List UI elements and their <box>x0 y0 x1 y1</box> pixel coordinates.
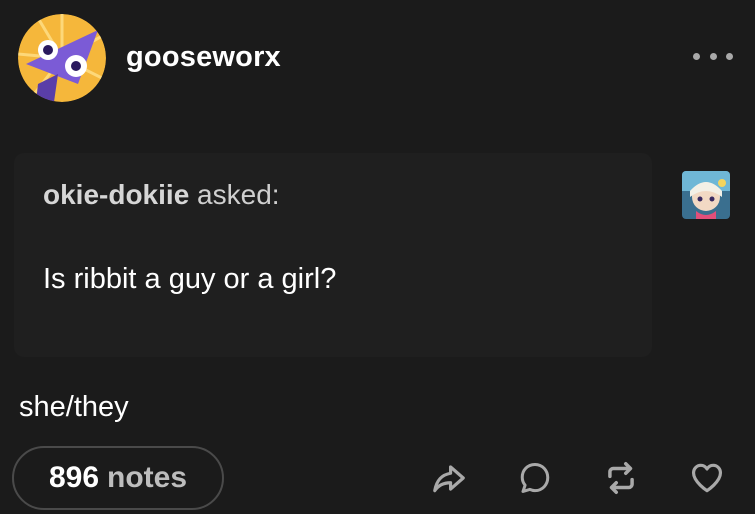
asker-avatar-image-icon <box>682 171 730 219</box>
more-horizontal-icon <box>709 52 717 60</box>
reblog-icon <box>608 462 634 494</box>
ask-box: okie-dokiie asked: Is ribbit a guy or a … <box>14 153 652 357</box>
more-options-button[interactable] <box>693 46 733 66</box>
reply-button[interactable] <box>513 456 557 500</box>
heart-icon <box>691 463 723 493</box>
asker-name[interactable]: okie-dokiie <box>43 179 189 210</box>
post-card: gooseworx okie-dokiie asked: Is ribbit a… <box>0 0 755 514</box>
reply-bubble-icon <box>520 463 550 493</box>
post-header: gooseworx <box>18 14 737 104</box>
post-actions <box>0 456 755 500</box>
answer-text: she/they <box>19 391 129 423</box>
question-text: Is ribbit a guy or a girl? <box>43 263 337 295</box>
more-horizontal-icon <box>693 52 700 60</box>
avatar-image-icon <box>18 14 106 102</box>
share-arrow-icon <box>433 465 465 493</box>
asked-label: asked: <box>197 179 280 210</box>
like-button[interactable] <box>685 456 729 500</box>
share-button[interactable] <box>427 456 471 500</box>
blog-avatar[interactable] <box>18 14 106 102</box>
asker-avatar[interactable] <box>682 171 730 219</box>
blog-name[interactable]: gooseworx <box>126 41 281 74</box>
more-horizontal-icon <box>726 52 733 60</box>
asker-line: okie-dokiie asked: <box>43 179 280 211</box>
reblog-button[interactable] <box>599 456 643 500</box>
